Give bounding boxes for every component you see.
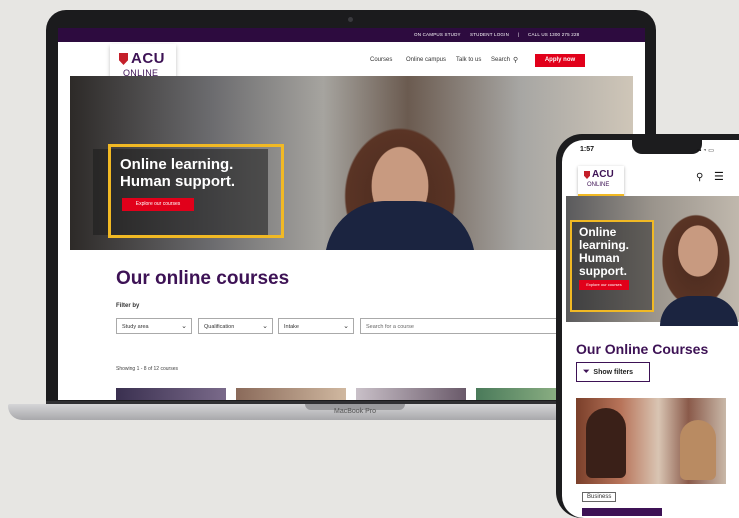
hamburger-menu-icon[interactable]: ☰ (714, 170, 724, 183)
course-search-placeholder: Search for a course (366, 324, 414, 330)
courses-heading: Our online courses (116, 268, 290, 289)
show-filters-button[interactable]: ⏷ Show filters (576, 362, 650, 382)
logo-text-main: ACU (131, 50, 165, 67)
utility-bar: ON CAMPUS STUDY STUDENT LOGIN | CALL US … (58, 28, 645, 42)
status-icons: ▪▪ ◔ ▭ (697, 148, 714, 154)
nav-online-campus[interactable]: Online campus (406, 57, 446, 63)
qualification-value: Qualification (204, 324, 235, 330)
phone-hero-title: Online learning. Human support. (579, 226, 654, 278)
utility-divider: | (518, 32, 520, 37)
results-count: Showing 1 - 8 of 12 courses (116, 366, 178, 372)
courses-heading: Our Online Courses (576, 341, 709, 357)
on-campus-link[interactable]: ON CAMPUS STUDY (414, 32, 461, 37)
card-title-fragment (582, 508, 662, 516)
hero-title: Online learning. Human support. (120, 156, 300, 190)
hero-person-image (660, 296, 738, 326)
intake-value: Intake (284, 324, 299, 330)
acu-shield-icon (119, 53, 128, 65)
phone-notch (632, 140, 702, 154)
course-card-image[interactable] (236, 388, 346, 400)
hero-title-line-4: support. (579, 264, 627, 278)
nav-talk-to-us[interactable]: Talk to us (456, 57, 481, 63)
nav-courses[interactable]: Courses (370, 57, 392, 63)
hero-person-image (325, 201, 475, 250)
course-card-image[interactable] (356, 388, 466, 400)
student-login-link[interactable]: STUDENT LOGIN (470, 32, 509, 37)
search-icon[interactable]: ⚲ (513, 56, 518, 64)
study-area-select[interactable]: Study area ⌄ (116, 318, 192, 334)
call-us-link[interactable]: CALL US 1300 275 228 (528, 32, 579, 37)
course-search-input[interactable]: Search for a course (360, 318, 560, 334)
logo-text-sub: ONLINE (587, 182, 610, 188)
acu-shield-icon (584, 171, 590, 179)
explore-courses-button[interactable]: Explore our courses (122, 198, 194, 211)
show-filters-label: Show filters (593, 369, 634, 376)
study-area-value: Study area (122, 324, 149, 330)
hero-title-line-2: Human support. (120, 173, 235, 190)
nav-search[interactable]: Search (491, 57, 510, 63)
filter-funnel-icon: ⏷ (583, 367, 590, 376)
chevron-down-icon: ⌄ (343, 323, 349, 330)
status-time: 1:57 (580, 146, 595, 153)
card-person-image (586, 408, 626, 478)
card-person-image (680, 420, 716, 480)
logo-text-main: ACU (592, 169, 614, 180)
filter-label: Filter by (116, 303, 140, 309)
chevron-down-icon: ⌄ (262, 323, 268, 330)
intake-select[interactable]: Intake ⌄ (278, 318, 354, 334)
hero-banner: Online learning. Human support. Explore … (70, 76, 633, 250)
course-card-image[interactable] (116, 388, 226, 400)
explore-courses-button[interactable]: Explore our courses (579, 280, 629, 290)
camera-icon (348, 17, 353, 22)
hero-title-line-1: Online learning. (120, 156, 234, 173)
qualification-select[interactable]: Qualification ⌄ (198, 318, 273, 334)
acu-online-logo[interactable]: ACU ONLINE (578, 166, 624, 197)
search-icon[interactable]: ⚲ (696, 172, 703, 183)
phone-screen: 1:57 ▪▪ ◔ ▭ ACU ONLINE ⚲ ☰ Online learni… (562, 140, 739, 518)
course-tag: Business (582, 492, 617, 502)
apply-now-button[interactable]: Apply now (535, 54, 585, 67)
chevron-down-icon: ⌄ (181, 323, 187, 330)
laptop-brand-label: MacBook Pro (333, 408, 377, 415)
